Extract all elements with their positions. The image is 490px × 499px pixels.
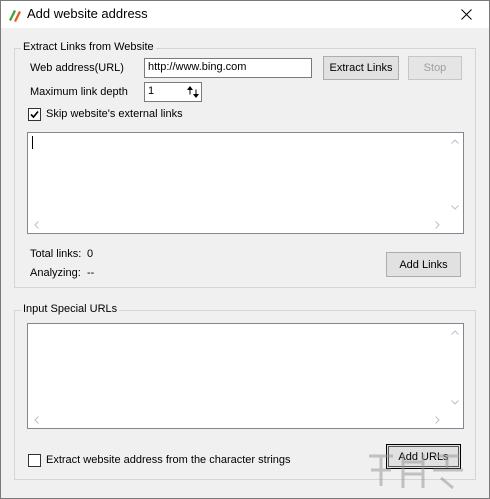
- total-links-value: 0: [87, 248, 94, 260]
- extract-links-legend: Extract Links from Website: [21, 41, 156, 53]
- analyzing-value: --: [87, 267, 95, 279]
- web-address-label: Web address(URL): [30, 62, 124, 74]
- scroll-up-icon[interactable]: [446, 133, 463, 150]
- title-bar: Add website address: [1, 1, 489, 28]
- total-links-label: Total links:: [30, 248, 82, 260]
- extract-strings-checkbox[interactable]: [28, 454, 41, 467]
- add-website-dialog: Add website address Extract Links from W…: [0, 0, 490, 499]
- links-horizontal-scrollbar[interactable]: [28, 216, 446, 233]
- max-depth-value: 1: [148, 85, 155, 97]
- scroll-left-icon[interactable]: [28, 411, 45, 428]
- stop-button[interactable]: Stop: [408, 56, 462, 80]
- web-address-input[interactable]: http://www.bing.com: [144, 58, 312, 78]
- close-icon: [460, 9, 472, 20]
- scroll-up-icon[interactable]: [446, 324, 463, 341]
- links-textarea[interactable]: [27, 132, 464, 234]
- add-links-button[interactable]: Add Links: [386, 252, 461, 277]
- checkmark-icon: [30, 110, 39, 119]
- special-urls-textarea[interactable]: [27, 323, 464, 429]
- scroll-down-icon[interactable]: [446, 199, 463, 216]
- skip-external-label: Skip website's external links: [46, 108, 183, 120]
- watermark-logo-icon: [369, 454, 463, 490]
- analyzing-label: Analyzing:: [30, 267, 81, 279]
- scroll-right-icon[interactable]: [429, 216, 446, 233]
- spinner-arrows-icon: [186, 86, 199, 98]
- special-urls-legend: Input Special URLs: [21, 303, 120, 315]
- links-vertical-scrollbar[interactable]: [446, 133, 463, 216]
- skip-external-checkbox[interactable]: [28, 108, 41, 121]
- max-depth-spinner[interactable]: [184, 83, 201, 101]
- special-horizontal-scrollbar[interactable]: [28, 411, 446, 428]
- scroll-left-icon[interactable]: [28, 216, 45, 233]
- scroll-down-icon[interactable]: [446, 394, 463, 411]
- extract-links-button[interactable]: Extract Links: [323, 56, 399, 80]
- scroll-right-icon[interactable]: [429, 411, 446, 428]
- special-vertical-scrollbar[interactable]: [446, 324, 463, 411]
- window-title: Add website address: [27, 6, 148, 21]
- extract-strings-label: Extract website address from the charact…: [46, 454, 291, 466]
- text-caret: [32, 136, 33, 149]
- app-logo-icon: [9, 10, 21, 22]
- close-button[interactable]: [443, 1, 489, 28]
- max-depth-label: Maximum link depth: [30, 86, 128, 98]
